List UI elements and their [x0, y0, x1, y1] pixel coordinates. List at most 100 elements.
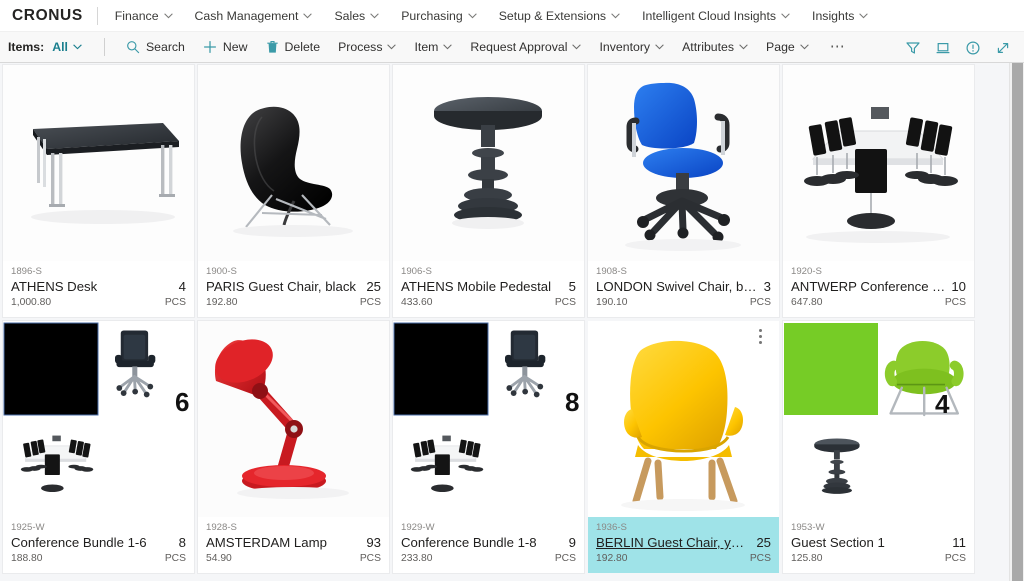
item-name-row: Conference Bundle 1-6 8: [11, 534, 186, 552]
item-thumbnail-pedestal: [393, 65, 584, 261]
item-name[interactable]: ATHENS Mobile Pedestal: [401, 278, 551, 296]
chevron-down-icon: [781, 12, 790, 19]
item-name[interactable]: Guest Section 1: [791, 534, 885, 552]
command-attributes-button[interactable]: Attributes: [673, 32, 757, 63]
focus-mode-icon[interactable]: [930, 35, 956, 61]
item-name[interactable]: Conference Bundle 1-6: [11, 534, 147, 552]
item-unit-price: 192.80: [206, 297, 238, 308]
command-delete-button[interactable]: Delete: [257, 32, 330, 63]
item-inventory-qty: 3: [763, 279, 771, 294]
item-card-meta: 1953-W Guest Section 1 11 125.80 PCS: [783, 517, 974, 573]
item-card[interactable]: 1900-S PARIS Guest Chair, black 25 192.80 PC…: [198, 65, 389, 317]
nav-item-sales[interactable]: Sales: [323, 0, 390, 32]
item-unit-price: 233.80: [401, 553, 433, 564]
item-price-row: 54.90 PCS: [206, 552, 381, 566]
item-thumbnail-blue-swivel: [588, 65, 779, 261]
nav-item-intelligent-cloud-insights[interactable]: Intelligent Cloud Insights: [631, 0, 801, 32]
item-card[interactable]: 1936-S BERLIN Guest Chair, yellow 25 192.80…: [588, 321, 779, 573]
item-number: 1906-S: [401, 266, 432, 277]
item-card-meta: 1929-W Conference Bundle 1-8 9 233.80 PCS: [393, 517, 584, 573]
nav-item-label: Finance: [114, 8, 159, 23]
item-card[interactable]: 1908-S LONDON Swivel Chair, blue 3 190.10 PC…: [588, 65, 779, 317]
command-request-approval-button[interactable]: Request Approval: [461, 32, 590, 63]
nav-item-finance[interactable]: Finance: [104, 0, 184, 32]
item-thumbnail-bundle: 8: [393, 321, 584, 517]
item-card-meta: 1906-S ATHENS Mobile Pedestal 5 433.60 PCS: [393, 261, 584, 317]
command-label: Search: [145, 40, 185, 54]
app-brand-logo[interactable]: CRONUS: [8, 7, 97, 25]
vertical-scrollbar-thumb[interactable]: [1012, 63, 1023, 581]
item-thumbnail-lamp: [198, 321, 389, 517]
item-gallery-region: 1896-S ATHENS Desk 4 1,000.80 PCS 1900-S PARI…: [0, 63, 1024, 581]
command-process-button[interactable]: Process: [329, 32, 405, 63]
item-name[interactable]: BERLIN Guest Chair, yellow: [596, 534, 750, 552]
item-card-meta: 1928-S AMSTERDAM Lamp 93 54.90 PCS: [198, 517, 389, 573]
item-number: 1896-S: [11, 266, 42, 277]
items-label: Items:: [8, 40, 45, 54]
item-unit-of-measure: PCS: [554, 553, 576, 564]
item-name-row: ATHENS Desk 4: [11, 278, 186, 296]
command-search-button[interactable]: Search: [117, 32, 194, 63]
expand-icon[interactable]: [990, 35, 1016, 61]
item-card[interactable]: 4 1953-W Guest Section 1 11 125.80 PCS: [783, 321, 974, 573]
chevron-down-icon: [443, 44, 453, 50]
card-context-menu-button[interactable]: [759, 329, 762, 344]
item-thumbnail-bundle: 6: [3, 321, 194, 517]
command-new-button[interactable]: New: [194, 32, 257, 63]
item-card[interactable]: 1896-S ATHENS Desk 4 1,000.80 PCS: [3, 65, 194, 317]
view-selector-all[interactable]: All: [52, 40, 82, 54]
item-name[interactable]: AMSTERDAM Lamp: [206, 534, 327, 552]
item-inventory-qty: 9: [568, 535, 576, 550]
item-unit-of-measure: PCS: [944, 553, 966, 564]
nav-item-label: Intelligent Cloud Insights: [642, 8, 777, 23]
nav-item-insights[interactable]: Insights: [801, 0, 879, 32]
vertical-scrollbar[interactable]: [1009, 63, 1024, 581]
nav-item-purchasing[interactable]: Purchasing: [390, 0, 488, 32]
filter-icon[interactable]: [900, 35, 926, 61]
item-card[interactable]: 1928-S AMSTERDAM Lamp 93 54.90 PCS: [198, 321, 389, 573]
bundle-quantity-badge: 4: [935, 389, 950, 419]
item-card[interactable]: 1920-SANTWERP Conference Table 10 647.80 PC…: [783, 65, 974, 317]
command-page-button[interactable]: Page: [757, 32, 818, 63]
item-unit-price: 125.80: [791, 553, 823, 564]
nav-item-cash-management[interactable]: Cash Management: [184, 0, 324, 32]
chevron-down-icon: [370, 12, 379, 19]
command-item-button[interactable]: Item: [405, 32, 461, 63]
item-unit-price: 192.80: [596, 553, 628, 564]
item-thumbnail-paris-chair: [198, 65, 389, 261]
item-card-meta: 1925-W Conference Bundle 1-6 8 188.80 PCS: [3, 517, 194, 573]
item-name[interactable]: ATHENS Desk: [11, 278, 97, 296]
item-card[interactable]: 6 1925-W Conference Bundle 1-6 8 188.80 PCS: [3, 321, 194, 573]
chevron-down-icon: [739, 44, 748, 50]
item-name-row: ANTWERP Conference Table 10: [791, 278, 966, 296]
item-name[interactable]: PARIS Guest Chair, black: [206, 278, 356, 296]
item-inventory-qty: 93: [366, 535, 381, 550]
info-icon[interactable]: [960, 35, 986, 61]
bundle-quantity-badge: 8: [565, 387, 580, 417]
item-unit-price: 433.60: [401, 297, 433, 308]
item-price-row: 233.80 PCS: [401, 552, 576, 566]
item-name[interactable]: ANTWERP Conference Table: [791, 278, 945, 296]
item-unit-price: 190.10: [596, 297, 628, 308]
item-card[interactable]: 8 1929-W Conference Bundle 1-8 9 233.80 PCS: [393, 321, 584, 573]
command-inventory-button[interactable]: Inventory: [590, 32, 673, 63]
item-thumbnail-conference-table: [783, 65, 974, 261]
item-unit-of-measure: PCS: [359, 553, 381, 564]
item-price-row: 433.60 PCS: [401, 296, 576, 310]
item-gallery: 1896-S ATHENS Desk 4 1,000.80 PCS 1900-S PARI…: [0, 63, 1008, 573]
item-price-row: 190.10 PCS: [596, 296, 771, 310]
command-bar-right-icons: [900, 32, 1016, 63]
item-name[interactable]: LONDON Swivel Chair, blue: [596, 278, 758, 296]
item-inventory-qty: 4: [178, 279, 186, 294]
item-unit-of-measure: PCS: [554, 297, 576, 308]
item-card[interactable]: 1906-S ATHENS Mobile Pedestal 5 433.60 PCS: [393, 65, 584, 317]
nav-item-setup-extensions[interactable]: Setup & Extensions: [488, 0, 631, 32]
command-label: Inventory: [599, 40, 651, 54]
item-name[interactable]: Conference Bundle 1-8: [401, 534, 537, 552]
chevron-down-icon: [303, 12, 313, 19]
command-label: Delete: [284, 40, 321, 54]
nav-item-label: Purchasing: [401, 8, 463, 23]
item-inventory-qty: 11: [952, 535, 966, 550]
nav-item-label: Setup & Extensions: [498, 8, 607, 23]
more-commands-button[interactable]: ⋯: [818, 32, 859, 63]
